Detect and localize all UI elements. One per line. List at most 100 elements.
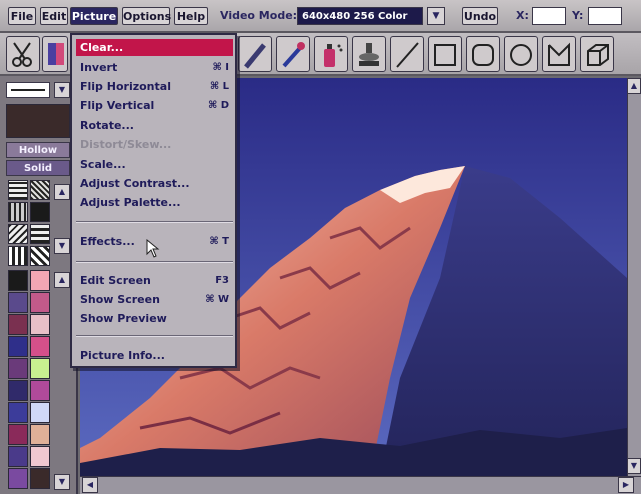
brush-tool[interactable] — [238, 36, 272, 72]
color-swatch[interactable] — [8, 380, 28, 401]
menu-item-label: Invert — [80, 61, 118, 74]
menu-item-adjust-palette[interactable]: Adjust Palette... — [76, 194, 233, 211]
video-mode-select[interactable]: 640x480 256 Color — [297, 7, 423, 25]
line-icon — [396, 42, 419, 68]
eyedropper-tool[interactable] — [276, 36, 310, 72]
ellipse-tool[interactable] — [504, 36, 538, 72]
scroll-down-button[interactable]: ▼ — [627, 458, 641, 474]
menu-item-adjust-contrast[interactable]: Adjust Contrast... — [76, 175, 233, 192]
shortcut-label: ⌘ D — [207, 100, 229, 111]
spraycan-tool[interactable] — [314, 36, 348, 72]
arrow-left-icon: ◀ — [86, 480, 94, 489]
undo-button[interactable]: Undo — [462, 7, 498, 25]
pattern-swatch[interactable] — [30, 246, 50, 266]
menu-item-label: Effects... — [80, 235, 135, 248]
pattern-swatch[interactable] — [30, 224, 50, 244]
color-swatch[interactable] — [30, 468, 50, 489]
chevron-down-icon: ▼ — [58, 85, 66, 94]
cube-tool[interactable] — [580, 36, 614, 72]
polygon-tool[interactable] — [542, 36, 576, 72]
palette-scroll-down[interactable]: ▼ — [54, 474, 70, 490]
color-swatch[interactable] — [8, 292, 28, 313]
color-swatch[interactable] — [30, 424, 50, 445]
menu-separator — [76, 335, 233, 337]
color-swatch[interactable] — [30, 314, 50, 335]
menu-item-picture-info[interactable]: Picture Info... — [76, 347, 233, 364]
line-style-selector[interactable] — [6, 82, 50, 98]
scroll-right-button[interactable]: ▶ — [618, 477, 634, 493]
menu-picture[interactable]: Picture — [70, 7, 118, 25]
color-swatch[interactable] — [8, 314, 28, 335]
pattern-swatch[interactable] — [8, 246, 28, 266]
menu-item-flip-vertical[interactable]: Flip Vertical ⌘ D — [76, 97, 233, 114]
stamp-tool[interactable] — [352, 36, 386, 72]
ellipse-icon — [510, 44, 532, 66]
x-coordinate-label: X: — [516, 9, 529, 22]
menu-separator — [76, 261, 233, 263]
color-swatch[interactable] — [30, 380, 50, 401]
menu-item-label: Adjust Contrast... — [80, 177, 190, 190]
x-coordinate-field — [532, 7, 566, 25]
mouse-cursor-icon — [146, 239, 160, 258]
video-mode-dropdown-button[interactable]: ▼ — [427, 7, 445, 25]
chevron-down-icon: ▼ — [432, 11, 440, 21]
rectangle-tool[interactable] — [428, 36, 462, 72]
color-swatch[interactable] — [8, 358, 28, 379]
color-swatch[interactable] — [8, 424, 28, 445]
line-style-dropdown[interactable]: ▼ — [54, 82, 70, 98]
color-swatch[interactable] — [30, 446, 50, 467]
horizontal-scrollbar[interactable]: ◀ ▶ — [80, 476, 641, 494]
color-swatch[interactable] — [8, 336, 28, 357]
menu-item-clear[interactable]: Clear... — [76, 39, 233, 56]
menu-item-label: Flip Horizontal — [80, 80, 171, 93]
scissors-tool[interactable] — [6, 36, 40, 72]
pattern-swatch[interactable] — [8, 224, 28, 244]
menu-item-rotate[interactable]: Rotate... — [76, 117, 233, 134]
menu-options[interactable]: Options — [122, 7, 171, 25]
color-swatch[interactable] — [30, 402, 50, 423]
pattern-swatch[interactable] — [30, 202, 50, 222]
line-style-preview — [11, 89, 45, 91]
color-swatch[interactable] — [30, 336, 50, 357]
menu-edit[interactable]: Edit — [40, 7, 68, 25]
menu-item-show-preview[interactable]: Show Preview — [76, 310, 233, 327]
scroll-up-button[interactable]: ▲ — [627, 78, 641, 94]
palette-scroll-up[interactable]: ▲ — [54, 272, 70, 288]
pattern-swatch[interactable] — [8, 202, 28, 222]
color-swatch[interactable] — [8, 446, 28, 467]
color-swatch[interactable] — [30, 358, 50, 379]
shortcut-label: ⌘ I — [212, 62, 229, 73]
menu-item-label: Adjust Palette... — [80, 196, 181, 209]
color-swatch[interactable] — [30, 270, 50, 291]
shortcut-label: F3 — [215, 275, 229, 286]
color-pick-icon — [48, 43, 64, 65]
pattern-swatch[interactable] — [8, 180, 28, 200]
color-swatch[interactable] — [30, 292, 50, 313]
solid-button[interactable]: Solid — [6, 160, 70, 176]
line-tool[interactable] — [390, 36, 424, 72]
color-pick-tool[interactable] — [42, 36, 68, 72]
arrow-up-icon: ▲ — [58, 275, 66, 284]
menu-item-label: Show Preview — [80, 312, 167, 325]
scroll-left-button[interactable]: ◀ — [82, 477, 98, 493]
cube-icon — [587, 44, 609, 66]
shortcut-label: ⌘ W — [205, 294, 229, 305]
menu-item-label: Rotate... — [80, 119, 134, 132]
pattern-scroll-down[interactable]: ▼ — [54, 238, 70, 254]
menu-item-show-screen[interactable]: Show Screen ⌘ W — [76, 291, 233, 308]
vertical-scrollbar[interactable]: ▲ ▼ — [627, 78, 641, 476]
rounded-rect-tool[interactable] — [466, 36, 500, 72]
menu-file[interactable]: File — [8, 7, 36, 25]
pattern-scroll-up[interactable]: ▲ — [54, 184, 70, 200]
color-swatch[interactable] — [8, 468, 28, 489]
menu-item-edit-screen[interactable]: Edit Screen F3 — [76, 272, 233, 289]
color-swatch[interactable] — [8, 270, 28, 291]
menu-item-label: Clear... — [80, 41, 124, 54]
menu-help[interactable]: Help — [174, 7, 208, 25]
pattern-swatch[interactable] — [30, 180, 50, 200]
menu-item-flip-horizontal[interactable]: Flip Horizontal ⌘ L — [76, 78, 233, 95]
hollow-button[interactable]: Hollow — [6, 142, 70, 158]
color-swatch[interactable] — [8, 402, 28, 423]
menu-item-scale[interactable]: Scale... — [76, 156, 233, 173]
menu-item-invert[interactable]: Invert ⌘ I — [76, 59, 233, 76]
